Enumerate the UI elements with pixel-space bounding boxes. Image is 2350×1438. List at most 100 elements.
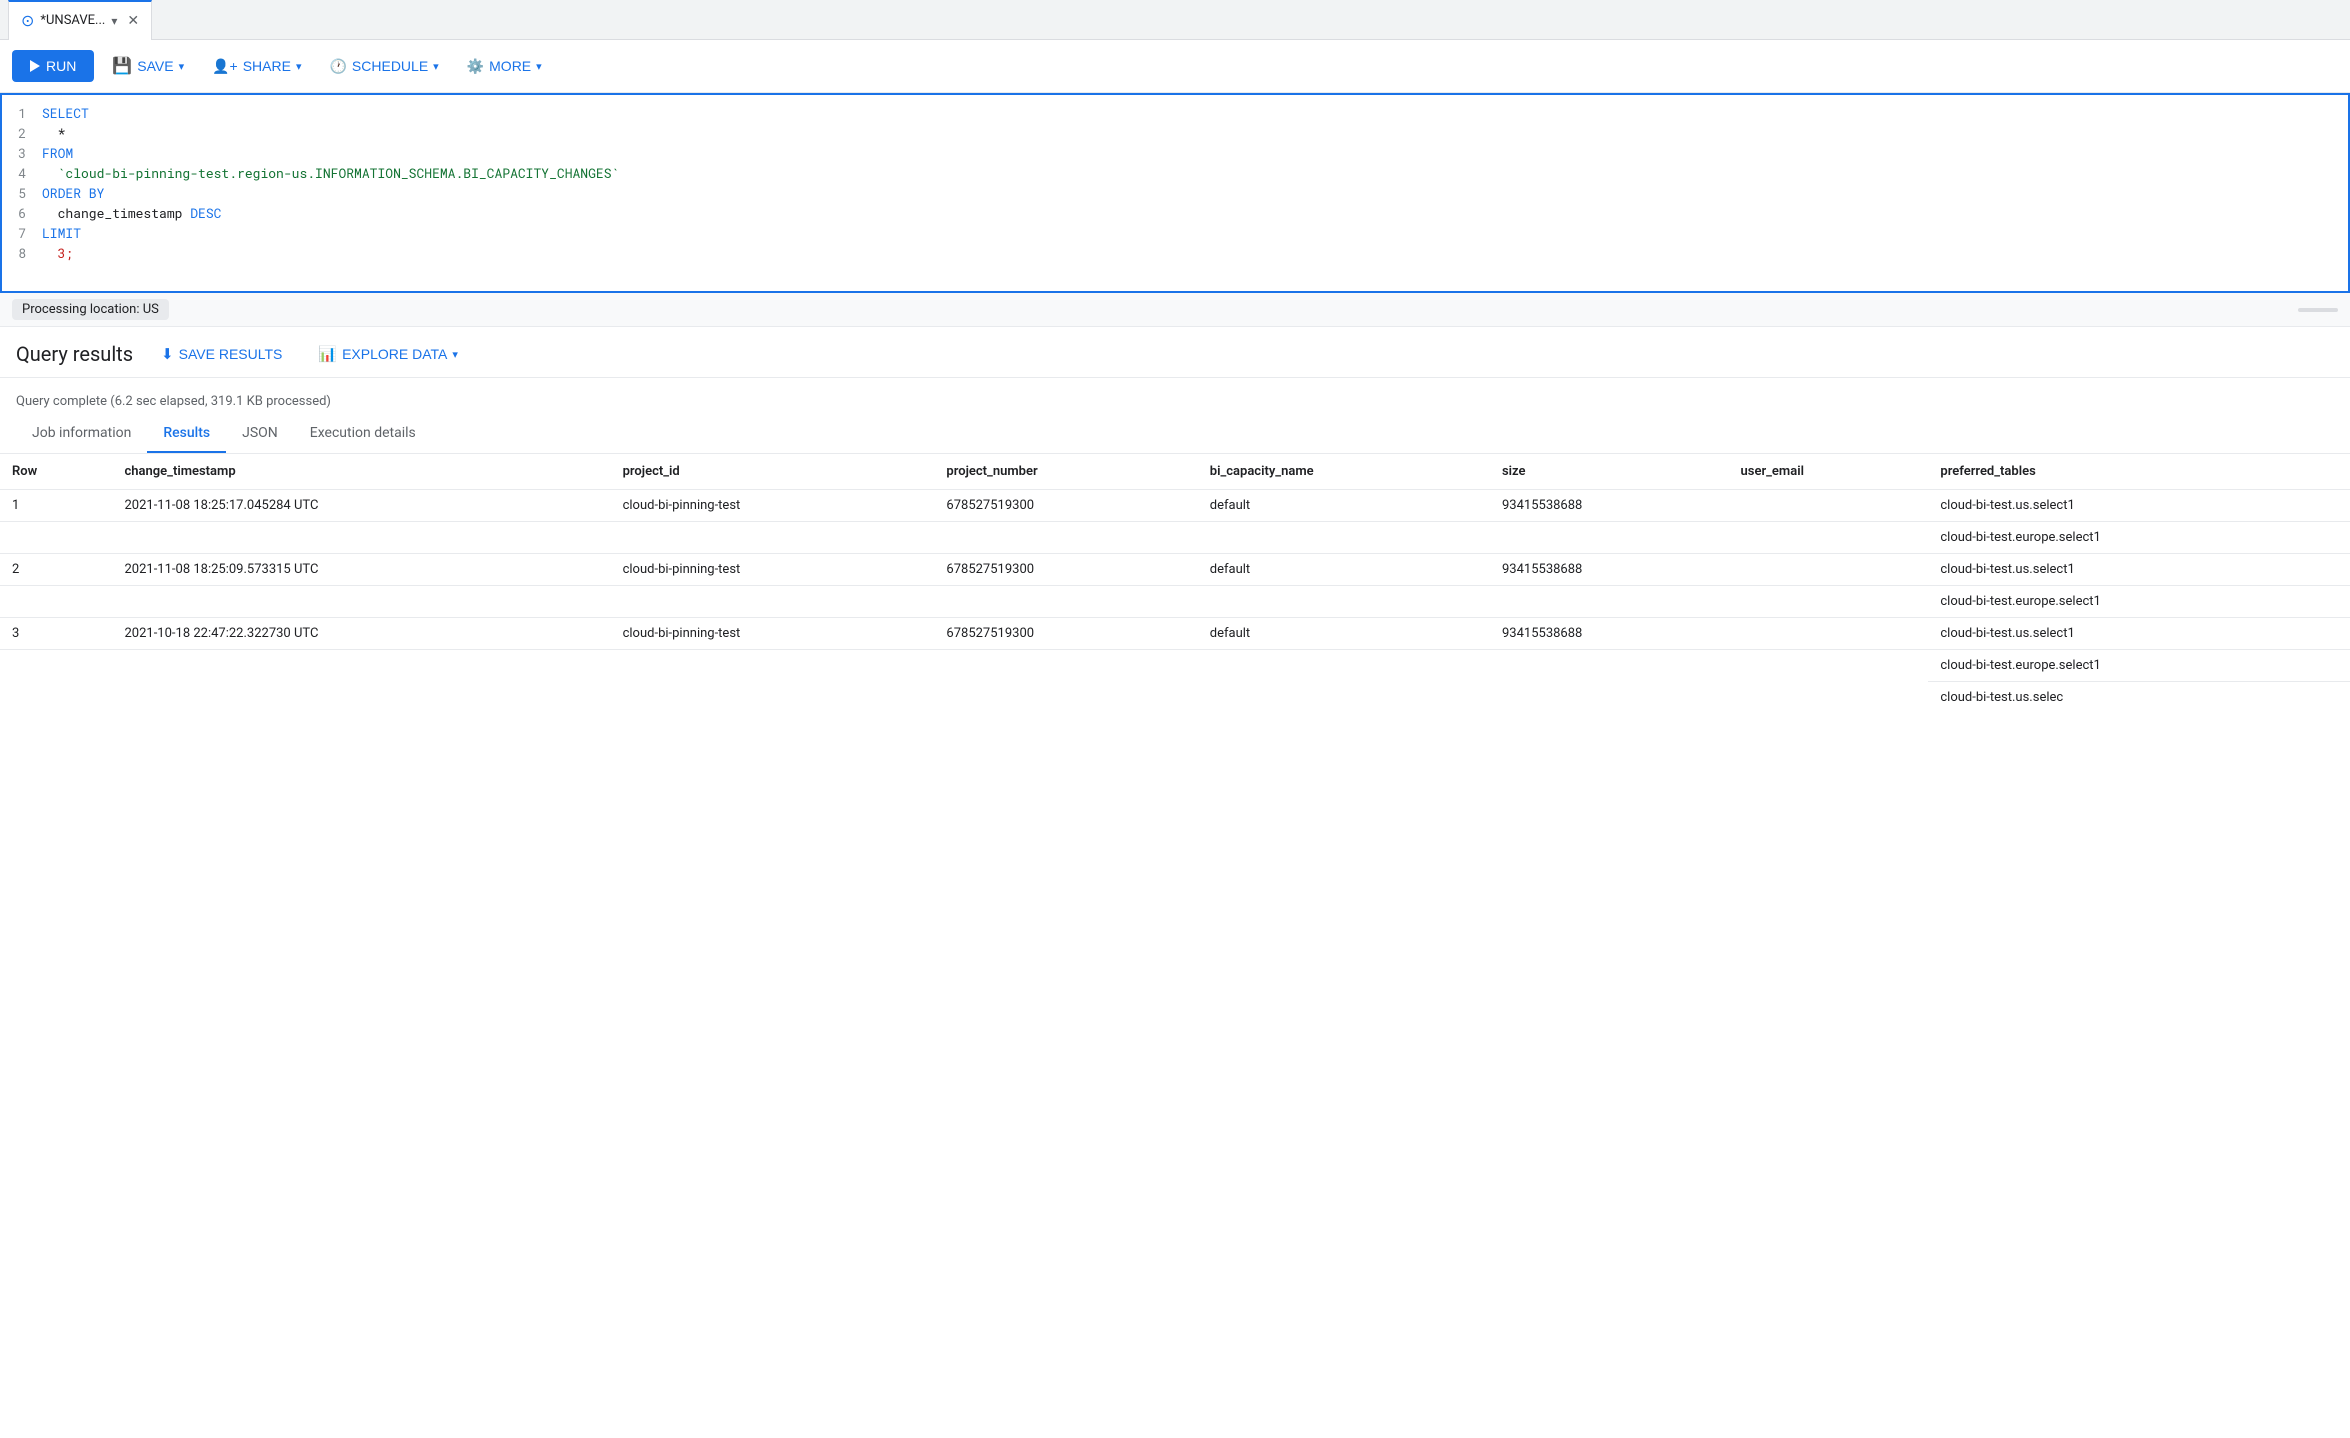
result-tab-job-information[interactable]: Job information xyxy=(16,415,147,453)
explore-chevron-icon: ▾ xyxy=(452,348,458,361)
code-line: 6 change_timestamp DESC xyxy=(2,203,2348,223)
line-number: 2 xyxy=(2,124,42,142)
line-number: 3 xyxy=(2,144,42,162)
line-content: 3; xyxy=(42,244,2348,262)
row-cell: cloud-bi-pinning-test xyxy=(611,618,935,650)
row-cell: 93415538688 xyxy=(1490,554,1729,586)
row-cell: 2021-11-08 18:25:17.045284 UTC xyxy=(112,490,610,522)
play-icon xyxy=(30,60,40,72)
share-icon: 👤+ xyxy=(212,58,238,75)
share-label: SHARE xyxy=(243,58,291,74)
line-content: LIMIT xyxy=(42,224,2348,242)
row-cell: default xyxy=(1198,554,1490,586)
share-chevron-icon: ▾ xyxy=(296,60,302,73)
save-chevron-icon: ▾ xyxy=(179,60,185,73)
row-cell-empty xyxy=(1729,650,1929,682)
row-cell-empty xyxy=(611,682,935,714)
query-tab-icon: ⊙ xyxy=(21,11,34,30)
more-label: MORE xyxy=(489,58,531,74)
row-cell: cloud-bi-test.us.select1 xyxy=(1928,618,2350,650)
query-status: Query complete (6.2 sec elapsed, 319.1 K… xyxy=(0,378,2350,415)
results-table: Rowchange_timestampproject_idproject_num… xyxy=(0,454,2350,713)
code-line: 4 `cloud-bi-pinning-test.region-us.INFOR… xyxy=(2,163,2348,183)
table-row: 22021-11-08 18:25:09.573315 UTCcloud-bi-… xyxy=(0,554,2350,586)
table-container: Rowchange_timestampproject_idproject_num… xyxy=(0,454,2350,713)
table-row-continued: cloud-bi-test.europe.select1 xyxy=(0,522,2350,554)
row-cell-empty xyxy=(0,650,112,682)
code-line: 1 SELECT xyxy=(2,103,2348,123)
row-cell-empty xyxy=(1490,682,1729,714)
query-tab[interactable]: ⊙ *UNSAVE... ▾ ✕ xyxy=(8,0,152,40)
table-row-continued: cloud-bi-test.europe.select1 xyxy=(0,586,2350,618)
row-cell: 2021-11-08 18:25:09.573315 UTC xyxy=(112,554,610,586)
result-tab-json[interactable]: JSON xyxy=(226,415,294,453)
row-cell-empty xyxy=(934,522,1197,554)
line-number: 7 xyxy=(2,224,42,242)
code-editor[interactable]: 1 SELECT 2 * 3 FROM 4 `cloud-bi-pinning-… xyxy=(0,93,2350,293)
line-content: change_timestamp DESC xyxy=(42,204,2348,222)
code-line: 8 3; xyxy=(2,243,2348,263)
column-header-Row: Row xyxy=(0,454,112,490)
schedule-icon: 🕐 xyxy=(329,58,346,75)
row-cell xyxy=(1729,554,1929,586)
table-row-continued: cloud-bi-test.us.selec xyxy=(0,682,2350,714)
result-tabs: Job informationResultsJSONExecution deta… xyxy=(0,415,2350,454)
explore-data-button[interactable]: 📊 EXPLORE DATA ▾ xyxy=(310,341,466,367)
line-number: 1 xyxy=(2,104,42,122)
row-cell: default xyxy=(1198,490,1490,522)
tab-dropdown-arrow[interactable]: ▾ xyxy=(111,14,117,28)
line-number: 6 xyxy=(2,204,42,222)
column-header-user_email: user_email xyxy=(1729,454,1929,490)
table-row-continued: cloud-bi-test.europe.select1 xyxy=(0,650,2350,682)
save-icon: 💾 xyxy=(112,56,132,76)
tab-close-button[interactable]: ✕ xyxy=(127,13,139,29)
result-tab-results[interactable]: Results xyxy=(147,415,226,453)
row-cell-empty xyxy=(0,522,112,554)
schedule-button[interactable]: 🕐 SCHEDULE ▾ xyxy=(319,50,448,83)
row-cell-empty xyxy=(0,682,112,714)
row-cell-empty xyxy=(934,682,1197,714)
more-icon: ⚙️ xyxy=(467,58,484,75)
toolbar: RUN 💾 SAVE ▾ 👤+ SHARE ▾ 🕐 SCHEDULE ▾ ⚙️ … xyxy=(0,40,2350,93)
row-cell: cloud-bi-pinning-test xyxy=(611,554,935,586)
processing-bar: Processing location: US xyxy=(0,293,2350,327)
schedule-chevron-icon: ▾ xyxy=(433,60,439,73)
save-button[interactable]: 💾 SAVE ▾ xyxy=(102,48,194,84)
save-results-button[interactable]: ⬇ SAVE RESULTS xyxy=(153,341,290,367)
row-cell xyxy=(1729,618,1929,650)
row-cell-empty xyxy=(611,650,935,682)
row-cell-empty xyxy=(1729,522,1929,554)
chart-icon: 📊 xyxy=(318,345,337,363)
table-row: 12021-11-08 18:25:17.045284 UTCcloud-bi-… xyxy=(0,490,2350,522)
row-cell-empty xyxy=(1729,586,1929,618)
run-label: RUN xyxy=(46,58,76,74)
result-tab-execution-details[interactable]: Execution details xyxy=(294,415,432,453)
row-cell: 93415538688 xyxy=(1490,490,1729,522)
column-header-preferred_tables: preferred_tables xyxy=(1928,454,2350,490)
code-line: 7 LIMIT xyxy=(2,223,2348,243)
resize-handle[interactable] xyxy=(2298,308,2338,312)
column-header-size: size xyxy=(1490,454,1729,490)
row-cell-preferred: cloud-bi-test.europe.select1 xyxy=(1928,586,2350,618)
row-cell-empty xyxy=(1490,586,1729,618)
row-cell: 678527519300 xyxy=(934,490,1197,522)
row-cell: default xyxy=(1198,618,1490,650)
column-header-project_id: project_id xyxy=(611,454,935,490)
query-tab-label: *UNSAVE... xyxy=(40,13,105,28)
line-number: 8 xyxy=(2,244,42,262)
row-cell-empty xyxy=(934,586,1197,618)
more-button[interactable]: ⚙️ MORE ▾ xyxy=(457,50,552,83)
row-cell: cloud-bi-test.us.select1 xyxy=(1928,554,2350,586)
results-header: Query results ⬇ SAVE RESULTS 📊 EXPLORE D… xyxy=(0,327,2350,378)
column-header-change_timestamp: change_timestamp xyxy=(112,454,610,490)
share-button[interactable]: 👤+ SHARE ▾ xyxy=(202,50,311,83)
row-cell-empty xyxy=(611,586,935,618)
run-button[interactable]: RUN xyxy=(12,50,94,82)
row-cell-preferred: cloud-bi-test.europe.select1 xyxy=(1928,650,2350,682)
save-results-label: SAVE RESULTS xyxy=(179,346,283,362)
processing-badge: Processing location: US xyxy=(12,299,169,320)
row-cell-empty xyxy=(1729,682,1929,714)
more-chevron-icon: ▾ xyxy=(536,60,542,73)
row-cell: cloud-bi-pinning-test xyxy=(611,490,935,522)
row-cell-empty xyxy=(934,650,1197,682)
